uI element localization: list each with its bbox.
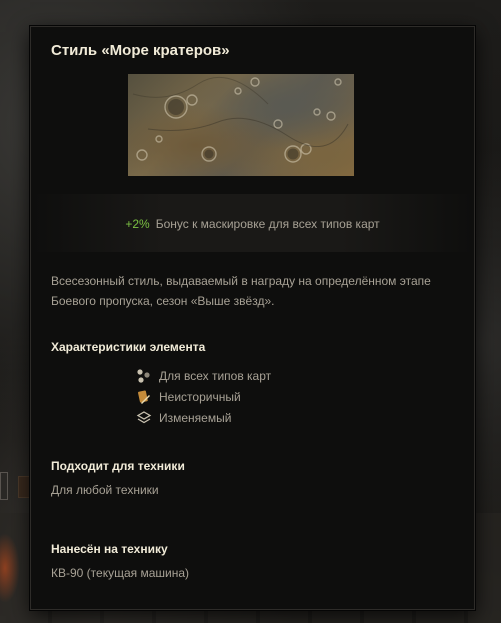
characteristic-label: Для всех типов карт <box>159 368 272 383</box>
non-historical-icon <box>136 389 152 405</box>
suitable-title: Подходит для техники <box>51 459 185 473</box>
camouflage-bonus: +2% Бонус к маскировке для всех типов кар… <box>31 217 474 231</box>
style-preview-image <box>128 74 354 176</box>
characteristic-label: Изменяемый <box>159 410 232 425</box>
background-tab <box>0 472 8 500</box>
background-highlight <box>0 533 20 603</box>
layers-icon <box>136 410 152 426</box>
characteristics-list: Для всех типов карт Неисторичный Изменяе… <box>136 365 271 428</box>
characteristic-label: Неисторичный <box>159 389 241 404</box>
characteristic-non-historical: Неисторичный <box>136 386 271 407</box>
characteristic-changeable: Изменяемый <box>136 407 271 428</box>
characteristic-all-maps: Для всех типов карт <box>136 365 271 386</box>
bonus-value: +2% <box>125 217 150 231</box>
applied-text: КВ-90 (текущая машина) <box>51 566 190 580</box>
crater-texture <box>132 76 349 163</box>
bonus-text: Бонус к маскировке для всех типов карт <box>155 217 380 231</box>
style-tooltip: Стиль «Море кратеров» +2% Бонус к маскир… <box>30 26 475 610</box>
style-description: Всесезонный стиль, выдаваемый в награду … <box>51 274 431 308</box>
characteristics-title: Характеристики элемента <box>51 340 206 354</box>
applied-title: Нанесён на технику <box>51 542 168 556</box>
all-maps-icon <box>136 368 152 384</box>
tooltip-title: Стиль «Море кратеров» <box>51 42 230 59</box>
suitable-text: Для любой техники <box>51 483 159 497</box>
